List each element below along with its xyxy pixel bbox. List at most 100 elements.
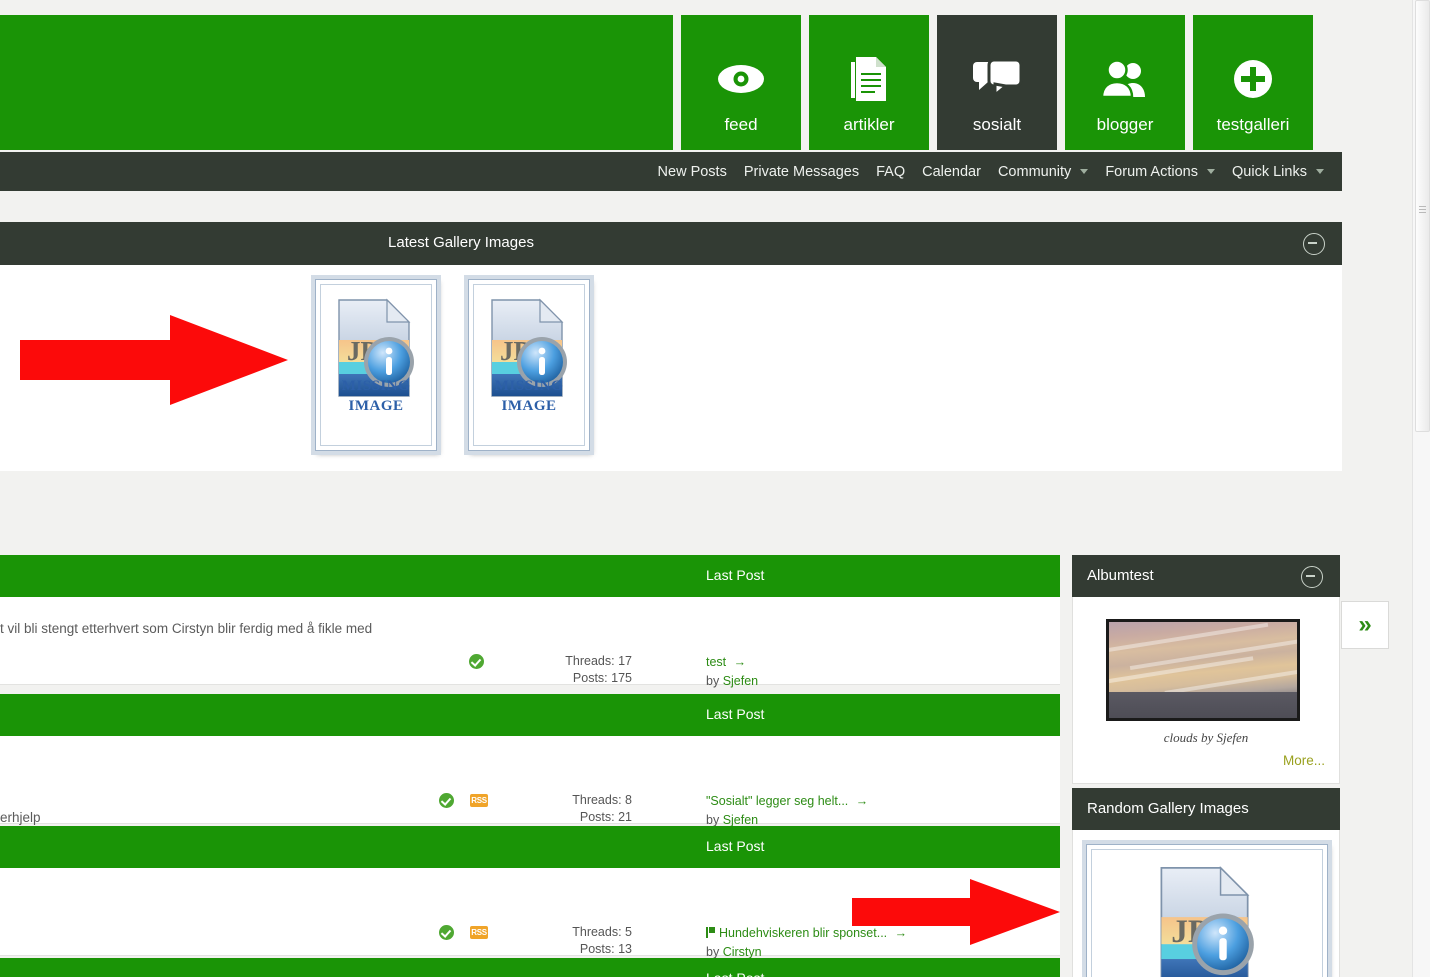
- posts-count: Posts: 13: [579, 942, 632, 956]
- author-link[interactable]: Sjefen: [723, 674, 758, 688]
- latest-gallery-header: Latest Gallery Images: [0, 222, 1342, 265]
- posts-count: Posts: 21: [579, 810, 632, 824]
- plus-circle-icon: [1193, 53, 1313, 105]
- chevron-down-icon: [1316, 168, 1324, 174]
- albumtest-header: Albumtest: [1072, 555, 1340, 597]
- albumtest-title: Albumtest: [1087, 567, 1154, 584]
- author-link[interactable]: Cirstyn: [723, 945, 762, 959]
- circle-minus-icon[interactable]: [1301, 566, 1323, 588]
- rss-feed-icon[interactable]: RSS: [470, 794, 488, 807]
- forum-row-4: Last Post: [0, 958, 1060, 977]
- circle-minus-icon[interactable]: [1303, 233, 1325, 255]
- scrollbar-grip-icon: [1419, 206, 1426, 213]
- menu-label: Forum Actions: [1105, 163, 1198, 180]
- read-status-check-icon: [469, 654, 484, 669]
- read-status-check-icon: [439, 925, 454, 940]
- chevron-down-icon: [1080, 168, 1089, 174]
- forum-stats: Threads: 17 Posts: 175: [565, 653, 632, 687]
- tile-feed[interactable]: feed: [681, 15, 801, 150]
- album-caption: clouds by Sjefen: [1163, 730, 1249, 745]
- album-photo-clouds[interactable]: [1106, 619, 1300, 721]
- missing-line-1: MISSING: [494, 378, 564, 394]
- tile-sosialt[interactable]: sosialt: [937, 15, 1057, 150]
- last-post-title-text: test: [706, 655, 727, 669]
- vertical-scrollbar[interactable]: [1412, 0, 1430, 977]
- forum-stats: Threads: 8 Posts: 21: [572, 792, 632, 826]
- last-post-title-link[interactable]: "Sosialt" legger seg helt... →: [706, 792, 868, 811]
- menu-item-forum-actions[interactable]: Forum Actions: [1105, 163, 1216, 180]
- by-prefix: by: [706, 674, 723, 688]
- menu-label: FAQ: [876, 163, 906, 180]
- red-arrow-gallery: [20, 315, 288, 405]
- last-post-header-label: Last Post: [706, 706, 765, 722]
- random-gallery-panel: Random Gallery Images JPG: [1072, 788, 1340, 977]
- tile-label: blogger: [1096, 115, 1154, 134]
- albumtest-body: clouds by Sjefen More...: [1072, 597, 1340, 784]
- tile-label: testgalleri: [1216, 115, 1290, 134]
- menu-label: Community: [997, 163, 1072, 180]
- read-status-check-icon: [439, 793, 454, 808]
- menu-item-faq[interactable]: FAQ: [876, 164, 905, 180]
- menu-item-quick-links[interactable]: Quick Links: [1232, 164, 1324, 180]
- forum-stats: Threads: 5 Posts: 13: [572, 924, 632, 958]
- menu-item-calendar[interactable]: Calendar: [922, 164, 981, 180]
- tile-blogger[interactable]: blogger: [1065, 15, 1185, 150]
- random-gallery-header: Random Gallery Images: [1072, 788, 1340, 830]
- menu-label: Private Messages: [743, 163, 860, 180]
- forum-row-header: Last Post: [0, 958, 1060, 977]
- forum-row-2: Last Post erhjelp RSS Threads: 8 Posts: …: [0, 694, 1060, 851]
- jpg-missing-image-icon: JPG: [1154, 865, 1260, 977]
- last-post-title-link[interactable]: test →: [706, 653, 777, 672]
- missing-image-label: MISSING IMAGE: [316, 376, 436, 416]
- missing-line-2: IMAGE: [348, 398, 404, 414]
- forum-description: t vil bli stengt etterhvert som Cirstyn …: [0, 621, 373, 636]
- arrow-right-icon: →: [855, 794, 869, 808]
- album-more-link[interactable]: More...: [1283, 753, 1325, 768]
- author-link[interactable]: Sjefen: [723, 813, 758, 827]
- forum-row-body: t vil bli stengt etterhvert som Cirstyn …: [0, 597, 1060, 712]
- forum-row-header: Last Post: [0, 555, 1060, 597]
- sticky-thread-icon: [706, 927, 715, 938]
- missing-line-2: IMAGE: [501, 398, 557, 414]
- forum-row-header: Last Post: [0, 694, 1060, 736]
- next-album-button[interactable]: »: [1341, 601, 1389, 649]
- tile-label: artikler: [843, 115, 895, 134]
- tile-bar-filler: [0, 15, 673, 150]
- last-post-header-label: Last Post: [706, 567, 765, 583]
- forum-row-1: Last Post t vil bli stengt etterhvert so…: [0, 555, 1060, 712]
- tile-label: sosialt: [972, 115, 1022, 134]
- tile-artikler[interactable]: artikler: [809, 15, 929, 150]
- latest-gallery-body: JPG MISSING IMAGE: [0, 265, 1342, 471]
- menu-item-community[interactable]: Community: [997, 163, 1089, 180]
- forum-row-header: Last Post: [0, 826, 1060, 868]
- last-post-header-label: Last Post: [706, 838, 765, 854]
- menu-label: Quick Links: [1232, 163, 1307, 180]
- gallery-thumb-missing-1[interactable]: JPG MISSING IMAGE: [315, 279, 437, 451]
- chat-icon: [937, 53, 1057, 105]
- by-prefix: by: [706, 813, 723, 827]
- menu-item-private-messages[interactable]: Private Messages: [744, 164, 859, 180]
- tile-label: feed: [724, 115, 758, 134]
- missing-image-label: MISSING IMAGE: [469, 376, 589, 416]
- posts-count: Posts: 175: [572, 671, 632, 685]
- forum-description: erhjelp: [0, 810, 41, 825]
- rss-feed-icon[interactable]: RSS: [470, 926, 488, 939]
- menu-label: Calendar: [922, 163, 981, 180]
- threads-count: Threads: 17: [565, 654, 632, 668]
- last-post-header-label: Last Post: [706, 970, 764, 977]
- document-icon: [809, 53, 929, 105]
- users-icon: [1065, 53, 1185, 105]
- tile-testgalleri[interactable]: testgalleri: [1193, 15, 1313, 150]
- threads-count: Threads: 5: [572, 925, 632, 939]
- menu-item-new-posts[interactable]: New Posts: [658, 164, 727, 180]
- random-gallery-thumb-missing[interactable]: JPG MISSING: [1086, 844, 1328, 977]
- main-menu-bar: New Posts Private Messages FAQ Calendar …: [0, 152, 1342, 191]
- gallery-thumb-missing-2[interactable]: JPG MISSING IMAGE: [468, 279, 590, 451]
- albumtest-panel: Albumtest clouds by Sjefen More...: [1072, 555, 1340, 784]
- scrollbar-thumb[interactable]: [1415, 0, 1430, 432]
- chevron-down-icon: [1207, 168, 1216, 174]
- latest-gallery-title: Latest Gallery Images: [388, 234, 534, 251]
- threads-count: Threads: 8: [572, 793, 632, 807]
- eye-icon: [681, 53, 801, 105]
- red-arrow-lastpost: [852, 879, 1060, 945]
